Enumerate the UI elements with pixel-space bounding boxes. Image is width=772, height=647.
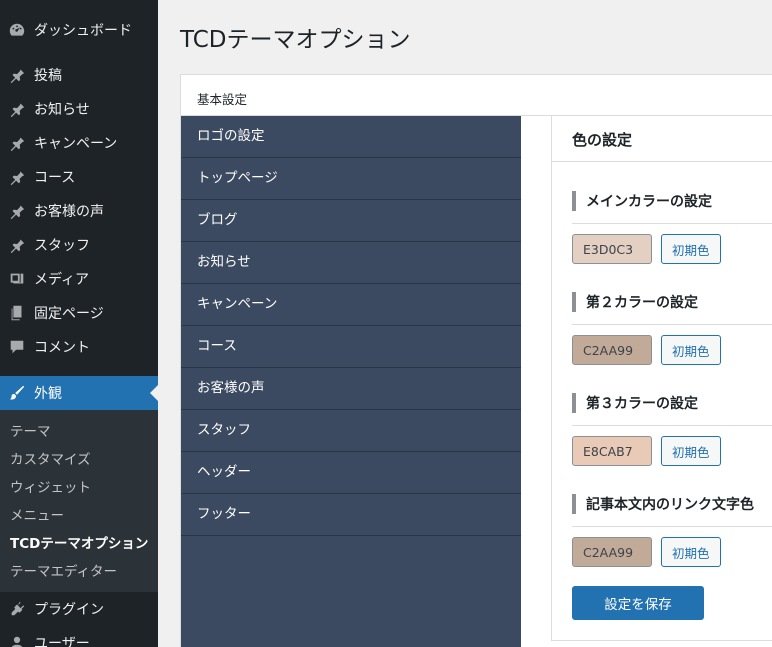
divider bbox=[572, 425, 772, 426]
plugin-icon bbox=[0, 600, 34, 618]
link-color-label: 記事本文内のリンク文字色 bbox=[572, 494, 772, 514]
divider bbox=[572, 324, 772, 325]
second-color-label: 第２カラーの設定 bbox=[572, 292, 772, 312]
pin-icon bbox=[0, 202, 34, 220]
second-color-picker[interactable]: C2AA99 bbox=[572, 335, 652, 365]
appearance-submenu: テーマ カスタマイズ ウィジェット メニュー TCDテーマオプション テーマエデ… bbox=[0, 410, 158, 592]
page-icon bbox=[0, 304, 34, 322]
sidebar-item-label: スタッフ bbox=[34, 238, 90, 254]
sidebar-item-label: 固定ページ bbox=[34, 306, 104, 322]
dashboard-icon bbox=[0, 21, 34, 39]
sidebar-item-label: ダッシュボード bbox=[34, 23, 132, 39]
save-settings-button[interactable]: 設定を保存 bbox=[572, 586, 704, 620]
sidebar-item-label: 投稿 bbox=[34, 68, 62, 84]
sidebar-item-label: メディア bbox=[34, 272, 90, 288]
sidebar-item-label: コース bbox=[34, 170, 76, 186]
user-icon bbox=[0, 634, 34, 647]
pin-icon bbox=[0, 168, 34, 186]
main-color-label: メインカラーの設定 bbox=[572, 191, 772, 211]
options-nav-campaign[interactable]: キャンペーン bbox=[181, 284, 521, 326]
options-nav-staff[interactable]: スタッフ bbox=[181, 410, 521, 452]
sidebar-item-news[interactable]: お知らせ bbox=[0, 92, 158, 126]
sidebar-item-posts[interactable]: 投稿 bbox=[0, 58, 158, 92]
main-color-default-button[interactable]: 初期色 bbox=[661, 234, 721, 264]
admin-sidebar: ダッシュボード 投稿 お知らせ キャンペーン コース お客様の声 スタッフ メデ… bbox=[0, 0, 158, 647]
pin-icon bbox=[0, 236, 34, 254]
submenu-item-customize[interactable]: カスタマイズ bbox=[0, 446, 158, 474]
options-nav-logo[interactable]: ロゴの設定 bbox=[181, 116, 521, 158]
sidebar-item-staff[interactable]: スタッフ bbox=[0, 228, 158, 262]
tab-bar: 基本設定 bbox=[181, 75, 772, 116]
sidebar-item-pages[interactable]: 固定ページ bbox=[0, 296, 158, 330]
sidebar-item-voice[interactable]: お客様の声 bbox=[0, 194, 158, 228]
third-color-default-button[interactable]: 初期色 bbox=[661, 436, 721, 466]
media-icon bbox=[0, 270, 34, 288]
tab-basic-settings[interactable]: 基本設定 bbox=[197, 89, 247, 108]
sidebar-item-comments[interactable]: コメント bbox=[0, 330, 158, 364]
sidebar-item-campaign[interactable]: キャンペーン bbox=[0, 126, 158, 160]
main-color-section: メインカラーの設定 E3D0C3 初期色 bbox=[572, 191, 772, 264]
sidebar-item-label: お客様の声 bbox=[34, 204, 104, 220]
options-nav-footer[interactable]: フッター bbox=[181, 494, 521, 536]
options-nav-news[interactable]: お知らせ bbox=[181, 242, 521, 284]
submenu-item-themes[interactable]: テーマ bbox=[0, 418, 158, 446]
submenu-item-widgets[interactable]: ウィジェット bbox=[0, 474, 158, 502]
second-color-section: 第２カラーの設定 C2AA99 初期色 bbox=[572, 292, 772, 365]
options-nav-top-page[interactable]: トップページ bbox=[181, 158, 521, 200]
options-nav: ロゴの設定 トップページ ブログ お知らせ キャンペーン コース お客様の声 ス… bbox=[181, 116, 521, 647]
sidebar-item-label: ユーザー bbox=[34, 636, 90, 647]
options-nav-course[interactable]: コース bbox=[181, 326, 521, 368]
sidebar-item-appearance[interactable]: 外観 bbox=[0, 376, 158, 410]
sidebar-item-label: キャンペーン bbox=[34, 136, 118, 152]
color-settings-box: 色の設定 メインカラーの設定 E3D0C3 初期色 第２カラーの設定 C2AA9… bbox=[551, 115, 772, 641]
sidebar-item-label: プラグイン bbox=[34, 602, 104, 618]
third-color-section: 第３カラーの設定 E8CAB7 初期色 bbox=[572, 393, 772, 466]
link-color-picker[interactable]: C2AA99 bbox=[572, 537, 652, 567]
sidebar-item-course[interactable]: コース bbox=[0, 160, 158, 194]
options-nav-header[interactable]: ヘッダー bbox=[181, 452, 521, 494]
brush-icon bbox=[0, 384, 34, 402]
sidebar-item-label: コメント bbox=[34, 340, 90, 356]
pin-icon bbox=[0, 134, 34, 152]
third-color-picker[interactable]: E8CAB7 bbox=[572, 436, 652, 466]
submenu-item-menus[interactable]: メニュー bbox=[0, 502, 158, 530]
sidebar-item-users[interactable]: ユーザー bbox=[0, 626, 158, 647]
third-color-label: 第３カラーの設定 bbox=[572, 393, 772, 413]
divider bbox=[572, 223, 772, 224]
sidebar-item-label: 外観 bbox=[34, 386, 62, 402]
sidebar-item-dashboard[interactable]: ダッシュボード bbox=[0, 13, 158, 47]
divider bbox=[572, 526, 772, 527]
comment-icon bbox=[0, 338, 34, 356]
sidebar-item-label: お知らせ bbox=[34, 102, 90, 118]
sidebar-item-plugins[interactable]: プラグイン bbox=[0, 592, 158, 626]
main-color-picker[interactable]: E3D0C3 bbox=[572, 234, 652, 264]
theme-options-panel: 基本設定 ロゴの設定 トップページ ブログ お知らせ キャンペーン コース お客… bbox=[180, 74, 772, 647]
submenu-item-theme-editor[interactable]: テーマエディター bbox=[0, 558, 158, 586]
link-color-default-button[interactable]: 初期色 bbox=[661, 537, 721, 567]
submenu-item-tcd-options[interactable]: TCDテーマオプション bbox=[0, 530, 158, 558]
pin-icon bbox=[0, 66, 34, 84]
color-settings-title: 色の設定 bbox=[552, 116, 772, 162]
link-color-section: 記事本文内のリンク文字色 C2AA99 初期色 bbox=[572, 494, 772, 567]
options-nav-blog[interactable]: ブログ bbox=[181, 200, 521, 242]
pin-icon bbox=[0, 100, 34, 118]
sidebar-item-media[interactable]: メディア bbox=[0, 262, 158, 296]
second-color-default-button[interactable]: 初期色 bbox=[661, 335, 721, 365]
page-title: TCDテーマオプション bbox=[180, 27, 411, 53]
options-nav-voice[interactable]: お客様の声 bbox=[181, 368, 521, 410]
